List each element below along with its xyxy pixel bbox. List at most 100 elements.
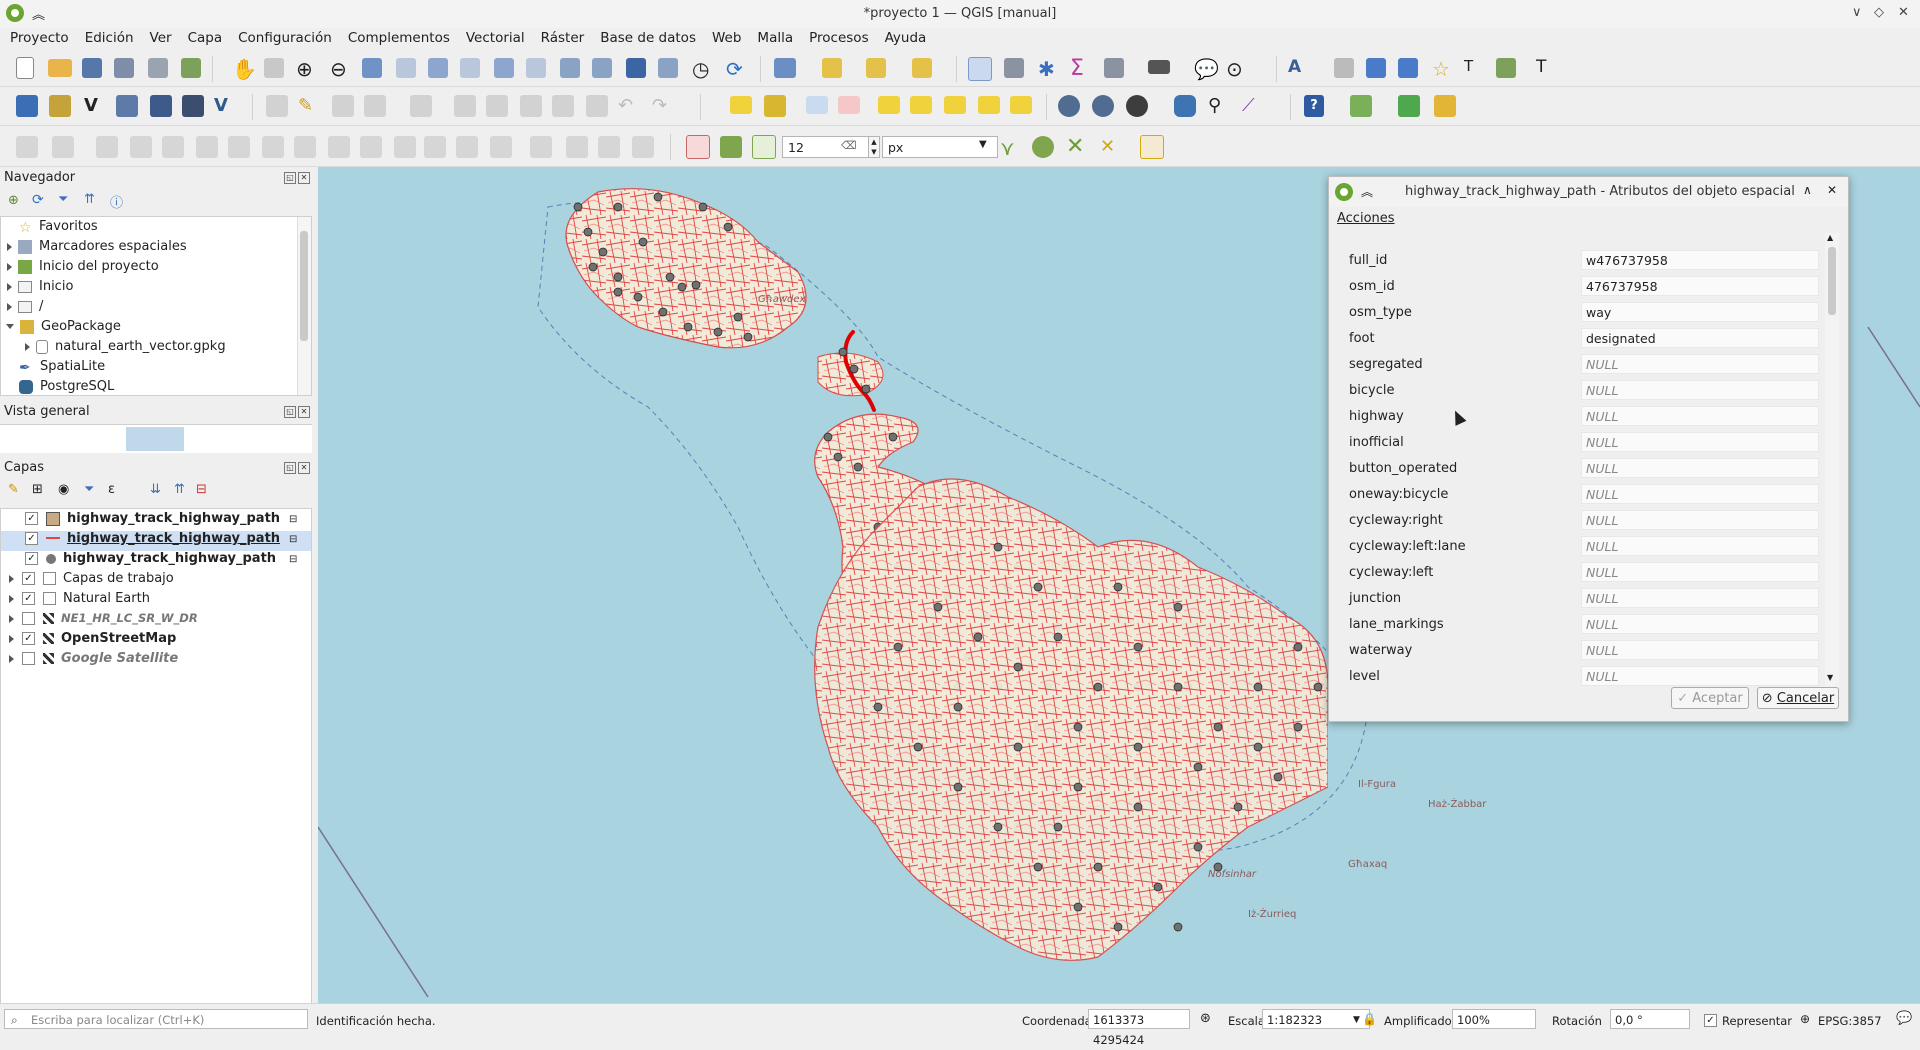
attribute-value-field[interactable]: NULL [1581, 562, 1819, 582]
minimize-icon[interactable]: ∧ [1803, 183, 1812, 197]
layer-checkbox[interactable]: ✓ [25, 512, 38, 525]
new-3d-view-icon[interactable] [592, 58, 612, 78]
snap-intersection-icon[interactable]: ⋎ [1000, 136, 1024, 160]
copy-icon[interactable] [552, 95, 574, 117]
collapse-all-icon[interactable]: ⇈ [84, 192, 95, 207]
new-shapefile-icon[interactable]: V [84, 95, 108, 119]
move-feature-icon[interactable] [490, 136, 512, 158]
add-icon[interactable]: ⊕ [8, 193, 19, 208]
node-tool-icon[interactable] [1398, 58, 1418, 78]
clear-icon[interactable]: ⌫ [841, 139, 857, 152]
attribute-value-field[interactable]: NULL [1581, 484, 1819, 504]
tree-item-inicio[interactable]: Inicio [1, 279, 73, 299]
save-edits-icon[interactable] [332, 95, 354, 117]
tree-item-natural-earth-gpkg[interactable]: natural_earth_vector.gpkg [19, 339, 226, 359]
cancel-button[interactable]: ⊘ Cancelar [1757, 687, 1839, 709]
label-settings-icon[interactable] [806, 96, 828, 114]
python-console-icon[interactable] [1174, 95, 1196, 117]
snapping-magnet-icon[interactable] [686, 135, 710, 159]
measure-icon[interactable] [1148, 60, 1170, 74]
graph-icon[interactable]: ⟋ [1242, 95, 1266, 119]
annotation-icon[interactable] [1496, 58, 1516, 78]
print-layout-icon[interactable] [148, 58, 168, 78]
refresh-icon[interactable]: ⟳ [32, 192, 44, 208]
new-project-icon[interactable] [16, 57, 34, 79]
pin-labels-icon[interactable] [878, 96, 900, 114]
locator-icon[interactable]: ⊙ [1226, 57, 1250, 81]
trim-extend-icon[interactable] [598, 136, 620, 158]
filter-indicator-icon[interactable]: ⊟ [289, 554, 297, 565]
menu-configuracion[interactable]: Configuración [230, 28, 340, 46]
zoom-selection-icon[interactable] [396, 58, 416, 78]
attribute-value-field[interactable]: NULL [1581, 614, 1819, 634]
maximize-icon[interactable]: ◇ [1874, 5, 1884, 20]
scrollbar[interactable]: ▲ ▼ [1825, 233, 1839, 687]
select-tool-icon[interactable] [1334, 58, 1354, 78]
tolerance-spinner[interactable]: ▲ ▼ [868, 136, 880, 158]
lock-icon[interactable]: 🔒 [1362, 1012, 1377, 1026]
overview-map[interactable] [0, 424, 312, 453]
attribute-value-field[interactable]: designated [1581, 328, 1819, 348]
tree-item-marcadores[interactable]: Marcadores espaciales [1, 239, 187, 259]
save-project-icon[interactable] [82, 58, 102, 78]
filter-icon[interactable]: ⏷ [58, 192, 68, 207]
zoom-last-icon[interactable] [494, 58, 514, 78]
menu-web[interactable]: Web [704, 28, 749, 46]
select-features-icon[interactable] [774, 58, 796, 78]
pan-icon[interactable]: ✋ [232, 57, 257, 81]
attribute-table-icon[interactable] [1004, 58, 1024, 78]
style-layer-icon[interactable]: ✎ [8, 482, 19, 497]
layer-checkbox[interactable] [22, 612, 35, 625]
info-icon[interactable]: ⓘ [110, 192, 123, 211]
bookmark-icon[interactable] [626, 58, 646, 78]
close-icon[interactable]: ✕ [1898, 5, 1909, 20]
menu-base-de-datos[interactable]: Base de datos [592, 28, 704, 46]
layer-checkbox[interactable]: ✓ [22, 632, 35, 645]
undo-icon[interactable]: ↶ [618, 95, 642, 119]
delete-selected-icon[interactable] [486, 95, 508, 117]
accept-button[interactable]: ✓ Aceptar [1671, 687, 1749, 709]
rotate-label-icon[interactable] [978, 96, 1000, 114]
vertex-tool-icon[interactable] [1366, 58, 1386, 78]
style-manager-icon[interactable] [181, 58, 201, 78]
add-wfs-icon[interactable]: V [214, 95, 238, 119]
split-icon[interactable] [162, 136, 184, 158]
label-abc-icon[interactable] [730, 96, 752, 114]
binoculars-icon[interactable]: ⚲ [1208, 95, 1232, 119]
crs-label[interactable]: EPSG:3857 [1818, 1014, 1882, 1028]
edit-icon[interactable] [266, 95, 288, 117]
reshape-icon[interactable] [130, 136, 152, 158]
menu-ver[interactable]: Ver [142, 28, 180, 46]
tree-item-root[interactable]: / [1, 299, 43, 319]
attribute-value-field[interactable]: 476737958 [1581, 276, 1819, 296]
menu-vectorial[interactable]: Vectorial [458, 28, 533, 46]
snap-cross-icon[interactable]: ✕ [1066, 134, 1090, 159]
zoom-full-icon[interactable] [362, 58, 382, 78]
merge-icon[interactable] [196, 136, 218, 158]
metasearch-icon[interactable] [1126, 95, 1148, 117]
layer-checkbox[interactable]: ✓ [25, 552, 38, 565]
snapping-type-icon[interactable] [752, 135, 776, 159]
filter-expression-icon[interactable]: ε [108, 482, 115, 497]
undock-icon[interactable]: ◱ [284, 172, 296, 184]
layer-item-lines[interactable]: ✓ highway_track_highway_path ⊟ [1, 531, 311, 551]
panel-close-icon[interactable]: ✕ [298, 172, 310, 184]
self-snapping-icon[interactable] [1140, 135, 1164, 159]
undock-icon[interactable]: ◱ [284, 462, 296, 474]
pan-to-selection-icon[interactable] [264, 58, 284, 78]
actions-menu[interactable]: Acciones [1337, 211, 1395, 226]
zoom-layer-icon[interactable] [428, 58, 448, 78]
attribute-value-field[interactable]: NULL [1581, 354, 1819, 374]
offset-curve-icon[interactable] [96, 136, 118, 158]
menu-malla[interactable]: Malla [749, 28, 801, 46]
unit-select[interactable]: px ▼ [882, 136, 998, 158]
snap-segment-icon[interactable] [1032, 136, 1054, 158]
panel-close-icon[interactable]: ✕ [298, 462, 310, 474]
show-labels-icon[interactable] [910, 96, 932, 114]
shape-digitize-icon[interactable] [52, 136, 74, 158]
open-project-icon[interactable] [48, 59, 72, 77]
keep-above-icon[interactable]: ︽ [1361, 183, 1373, 200]
attribute-value-field[interactable]: NULL [1581, 588, 1819, 608]
attribute-value-field[interactable]: way [1581, 302, 1819, 322]
menu-proyecto[interactable]: Proyecto [0, 28, 77, 46]
